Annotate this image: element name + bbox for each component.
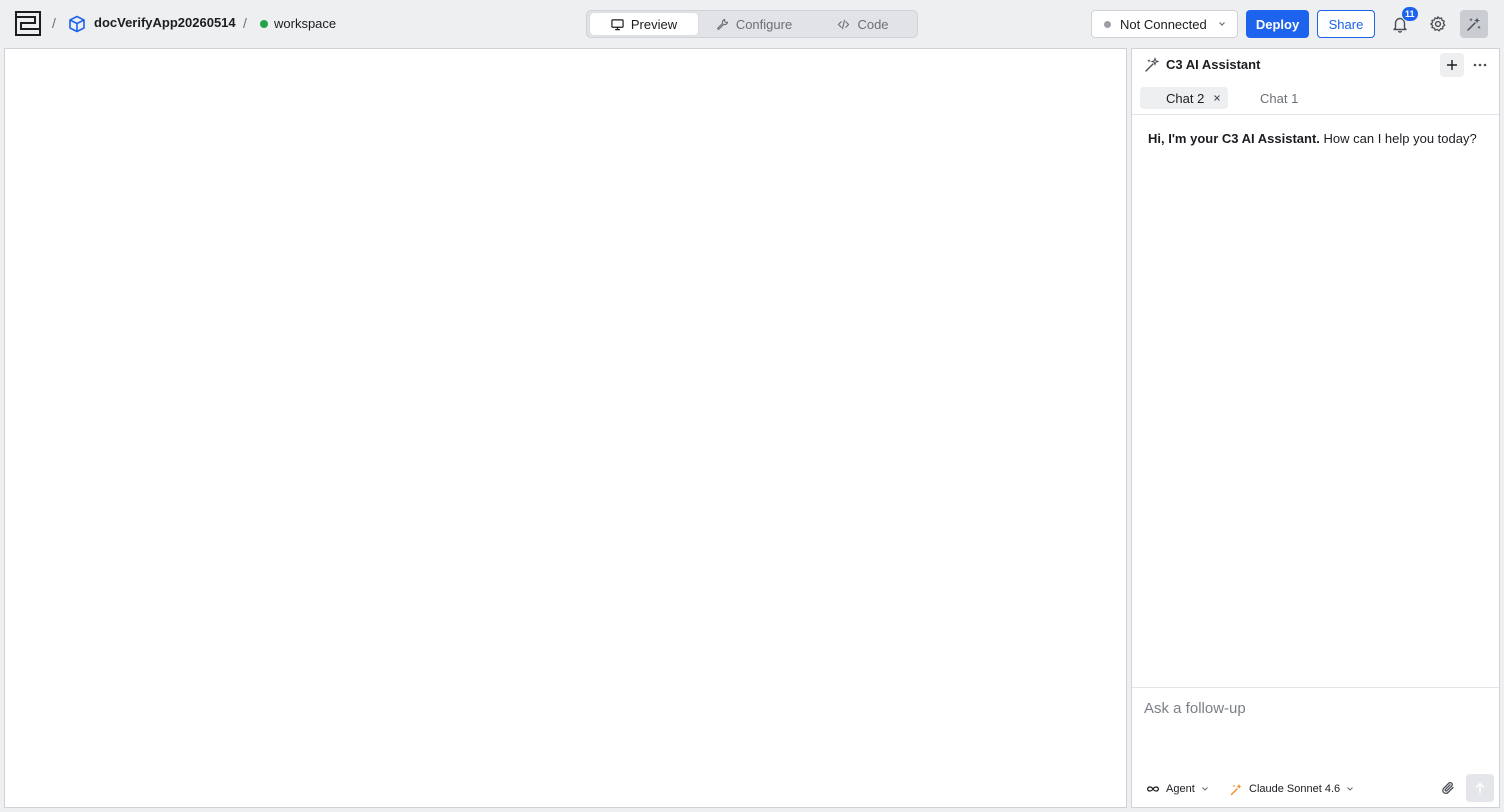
chat-tab-2[interactable]: Chat 2 [1140, 87, 1228, 109]
assistant-greeting: Hi, I'm your C3 AI Assistant. How can I … [1148, 131, 1488, 147]
cube-icon [69, 15, 85, 33]
notification-badge: 11 [1401, 6, 1419, 22]
assistant-panel: C3 AI Assistant Chat 2 Chat 1 Hi, I'm yo… [1131, 48, 1500, 808]
app-logo-icon[interactable] [15, 11, 41, 36]
chevron-down-icon [1201, 787, 1208, 791]
breadcrumb-separator: / [243, 15, 247, 31]
model-label: Claude Sonnet 4.6 [1249, 783, 1341, 795]
mode-switch: Preview Configure Code [586, 10, 918, 38]
deploy-button[interactable]: Deploy [1246, 10, 1309, 38]
chevron-down-icon [1347, 787, 1354, 791]
plus-icon [1447, 60, 1457, 70]
workspace-link[interactable]: workspace [274, 16, 336, 31]
wrench-icon [716, 18, 728, 30]
greeting-rest: How can I help you today? [1319, 131, 1477, 146]
connection-status-label: Not Connected [1120, 16, 1207, 32]
tab-code[interactable]: Code [810, 13, 916, 35]
new-chat-button[interactable] [1440, 53, 1464, 77]
tab-code-label: Code [857, 16, 889, 32]
chat-tab-label: Chat 1 [1260, 90, 1299, 106]
connection-select[interactable]: Not Connected [1091, 10, 1238, 38]
chat-tab-1[interactable]: Chat 1 [1242, 87, 1322, 109]
paperclip-icon[interactable] [1440, 780, 1456, 796]
send-button[interactable] [1466, 774, 1494, 802]
top-bar: / docVerifyApp20260514 / workspace Previ… [0, 0, 1504, 48]
sparkle-wand-icon [1230, 783, 1242, 795]
chat-input[interactable] [1144, 696, 1484, 720]
workspace-status-dot [260, 20, 268, 28]
code-icon [838, 19, 850, 29]
sparkle-wand-icon [1145, 57, 1160, 72]
assistant-title: C3 AI Assistant [1166, 57, 1261, 72]
assistant-header: C3 AI Assistant Chat 2 Chat 1 [1132, 49, 1499, 115]
greeting-bold: Hi, I'm your C3 AI Assistant. [1148, 131, 1320, 146]
model-select[interactable]: Claude Sonnet 4.6 [1230, 780, 1354, 798]
tab-preview-label: Preview [630, 16, 678, 32]
chat-composer: Agent Claude Sonnet 4.6 [1132, 687, 1499, 808]
sparkle-wand-icon [1467, 17, 1481, 31]
share-button[interactable]: Share [1317, 10, 1375, 38]
preview-canvas[interactable] [4, 48, 1127, 808]
tab-configure-label: Configure [735, 16, 793, 32]
ai-assistant-toggle-button[interactable] [1460, 10, 1488, 38]
arrow-up-icon [1475, 782, 1485, 794]
monitor-icon [611, 18, 624, 30]
project-name-link[interactable]: docVerifyApp20260514 [94, 15, 236, 30]
more-options-button[interactable] [1468, 53, 1492, 77]
more-horizontal-icon [1473, 63, 1487, 67]
chevron-down-icon [1219, 22, 1225, 26]
gear-icon[interactable] [1429, 15, 1447, 33]
chat-tab-label: Chat 2 [1166, 90, 1205, 106]
tab-configure[interactable]: Configure [700, 13, 808, 35]
agent-mode-select[interactable]: Agent [1146, 780, 1209, 798]
infinity-icon [1146, 786, 1160, 792]
agent-mode-label: Agent [1166, 783, 1195, 795]
connection-status-dot [1104, 20, 1111, 28]
tab-preview[interactable]: Preview [590, 13, 698, 35]
close-icon[interactable] [1212, 93, 1222, 103]
breadcrumb-separator: / [52, 15, 56, 31]
